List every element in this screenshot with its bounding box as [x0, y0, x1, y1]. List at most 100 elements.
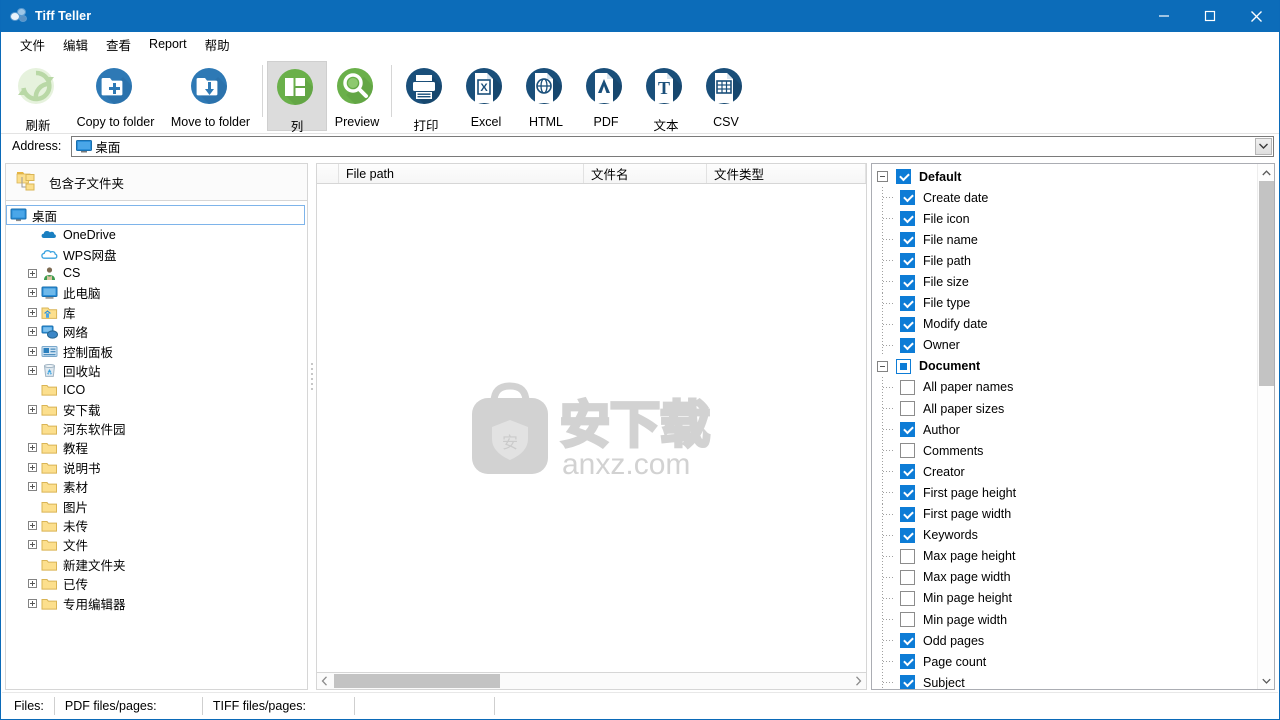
column-header-file-path[interactable]: File path: [339, 164, 584, 183]
column-item-comments[interactable]: Comments: [872, 440, 1274, 462]
column-checkbox[interactable]: [900, 675, 915, 689]
tree-item-15[interactable]: 图片: [6, 496, 307, 515]
column-checkbox[interactable]: [900, 379, 915, 395]
column-checkbox[interactable]: [900, 633, 915, 649]
column-header-file-name[interactable]: 文件名: [584, 164, 707, 183]
column-item-odd-pages[interactable]: Odd pages: [872, 630, 1274, 652]
column-checkbox[interactable]: [900, 422, 915, 438]
tree-item-18[interactable]: 新建文件夹: [6, 555, 307, 574]
menu-file[interactable]: 文件: [11, 32, 54, 58]
toolbar-button-columns[interactable]: 列: [267, 61, 327, 134]
toolbar-button-html[interactable]: HTML: [516, 61, 576, 131]
column-checkbox[interactable]: [900, 506, 915, 522]
chevron-up-icon[interactable]: [1258, 164, 1274, 181]
tree-expander-icon[interactable]: [24, 304, 40, 320]
maximize-icon[interactable]: [1187, 0, 1233, 32]
toolbar-button-copy-to-folder[interactable]: Copy to folder: [68, 61, 163, 131]
column-item-first-page-height[interactable]: First page height: [872, 482, 1274, 504]
column-group-document[interactable]: Document: [872, 356, 1274, 377]
column-item-min-page-height[interactable]: Min page height: [872, 587, 1274, 609]
column-item-subject[interactable]: Subject: [872, 672, 1274, 689]
column-item-first-page-width[interactable]: First page width: [872, 503, 1274, 525]
column-item-file-type[interactable]: File type: [872, 292, 1274, 314]
toolbar-button-excel[interactable]: X Excel: [456, 61, 516, 131]
include-subfolders-option[interactable]: 包含子文件夹: [5, 163, 308, 201]
group-checkbox[interactable]: [896, 169, 911, 185]
column-checkbox[interactable]: [900, 316, 915, 332]
tree-expander-icon[interactable]: [24, 401, 40, 417]
tree-item-9[interactable]: ICO: [6, 380, 307, 399]
column-checkbox[interactable]: [900, 253, 915, 269]
tree-item-6[interactable]: 网络: [6, 322, 307, 341]
tree-expander-icon[interactable]: [24, 324, 40, 340]
toolbar-button-refresh[interactable]: 刷新: [8, 61, 68, 133]
tree-collapse-icon[interactable]: [877, 360, 888, 372]
toolbar-button-pdf[interactable]: PDF: [576, 61, 636, 131]
column-item-all-paper-sizes[interactable]: All paper sizes: [872, 398, 1274, 420]
column-checkbox[interactable]: [900, 548, 915, 564]
column-item-creator[interactable]: Creator: [872, 461, 1274, 483]
chevron-down-icon[interactable]: [1255, 137, 1272, 155]
column-item-modify-date[interactable]: Modify date: [872, 313, 1274, 335]
tree-expander-icon[interactable]: [24, 362, 40, 378]
tree-expander-icon[interactable]: [24, 576, 40, 592]
chevron-right-icon[interactable]: [851, 674, 865, 689]
column-checkbox[interactable]: [900, 590, 915, 606]
column-checkbox[interactable]: [900, 527, 915, 543]
column-checkbox[interactable]: [900, 464, 915, 480]
column-item-all-paper-names[interactable]: All paper names: [872, 376, 1274, 399]
folder-tree[interactable]: 桌面 OneDrive WPS网盘 CS 此电脑库网络 控制面板 回收站 ICO 安下载 河东软件…: [5, 201, 308, 690]
tree-item-12[interactable]: 教程: [6, 438, 307, 457]
tree-item-10[interactable]: 安下载: [6, 400, 307, 419]
column-checkbox[interactable]: [900, 274, 915, 290]
menu-help[interactable]: 帮助: [196, 32, 239, 58]
vscrollbar-thumb[interactable]: [1259, 181, 1274, 386]
tree-expander-icon[interactable]: [24, 440, 40, 456]
tree-item-13[interactable]: 说明书: [6, 458, 307, 477]
toolbar-button-move-to-folder[interactable]: Move to folder: [163, 61, 258, 131]
hscrollbar-thumb[interactable]: [334, 674, 500, 688]
chevron-down-icon[interactable]: [1258, 672, 1274, 689]
tree-expander-icon[interactable]: [24, 343, 40, 359]
group-checkbox[interactable]: [896, 358, 911, 374]
chevron-left-icon[interactable]: [317, 674, 331, 689]
tree-item-19[interactable]: 已传: [6, 574, 307, 593]
column-header-file-type[interactable]: 文件类型: [707, 164, 866, 183]
tree-expander-icon[interactable]: [24, 479, 40, 495]
minimize-icon[interactable]: [1141, 0, 1187, 32]
toolbar-button-preview[interactable]: Preview: [327, 61, 387, 131]
tree-item-2[interactable]: WPS网盘: [6, 244, 307, 263]
menu-report[interactable]: Report: [140, 34, 196, 55]
column-checkbox[interactable]: [900, 443, 915, 459]
tree-expander-icon[interactable]: [24, 595, 40, 611]
tree-item-8[interactable]: 回收站: [6, 361, 307, 380]
address-input[interactable]: 桌面: [71, 135, 1274, 157]
column-item-file-path[interactable]: File path: [872, 250, 1274, 272]
toolbar-button-print[interactable]: 打印: [396, 61, 456, 133]
column-group-default[interactable]: Default: [872, 166, 1274, 187]
tree-item-1[interactable]: OneDrive: [6, 225, 307, 244]
tree-expander-icon[interactable]: [24, 285, 40, 301]
tree-item-11[interactable]: 河东软件园: [6, 419, 307, 438]
menu-view[interactable]: 查看: [97, 32, 140, 58]
column-header-icon[interactable]: [317, 164, 339, 183]
column-item-create-date[interactable]: Create date: [872, 187, 1274, 209]
column-item-file-icon[interactable]: File icon: [872, 208, 1274, 230]
file-list-hscrollbar[interactable]: [316, 673, 867, 690]
tree-expander-icon[interactable]: [24, 459, 40, 475]
column-checkbox[interactable]: [900, 401, 915, 417]
column-checkbox[interactable]: [900, 190, 915, 206]
columns-checkbox-tree[interactable]: Default Create date File icon File name File…: [871, 163, 1275, 690]
tree-item-5[interactable]: 库: [6, 303, 307, 322]
file-list-body[interactable]: 安 安下载 anxz.com: [316, 184, 867, 673]
column-checkbox[interactable]: [900, 295, 915, 311]
column-item-page-count[interactable]: Page count: [872, 651, 1274, 673]
column-item-owner[interactable]: Owner: [872, 334, 1274, 356]
tree-item-16[interactable]: 未传: [6, 516, 307, 535]
tree-expander-icon[interactable]: [24, 537, 40, 553]
tree-item-14[interactable]: 素材: [6, 477, 307, 496]
toolbar-button-csv[interactable]: CSV: [696, 61, 756, 131]
column-item-keywords[interactable]: Keywords: [872, 524, 1274, 546]
tree-item-7[interactable]: 控制面板: [6, 341, 307, 360]
column-item-file-name[interactable]: File name: [872, 229, 1274, 251]
